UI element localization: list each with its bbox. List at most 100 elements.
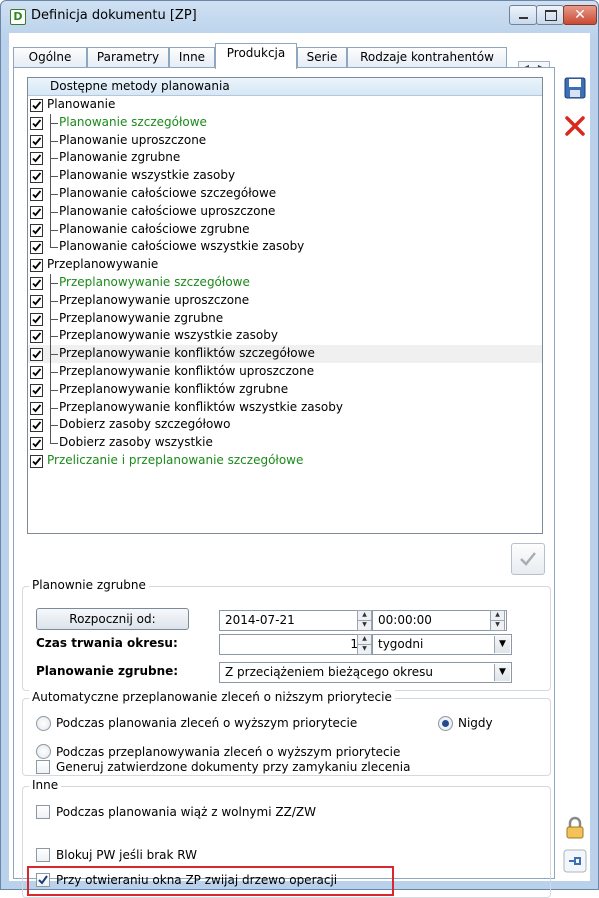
- generate-confirmed-checkbox[interactable]: [36, 760, 50, 774]
- tree-header: Dostępne metody planowania: [28, 78, 542, 96]
- tree-row[interactable]: Dobierz zasoby wszystkie: [28, 434, 542, 452]
- tree-row-checkbox[interactable]: [30, 437, 43, 451]
- tab-rodzaje-kontrahentow[interactable]: Rodzaje kontrahentów: [347, 47, 507, 68]
- start-date-spinner[interactable]: ▲ ▼: [357, 610, 372, 631]
- tree-row[interactable]: Przeplanowywanie konfliktów wszystkie za…: [28, 398, 542, 417]
- tree-connector-line: [50, 193, 58, 195]
- tree-row-label: Planowanie: [47, 97, 116, 111]
- tree-row-checkbox[interactable]: [30, 348, 43, 362]
- tree-row-checkbox[interactable]: [30, 152, 43, 166]
- collapse-tree-checkbox[interactable]: [36, 873, 50, 887]
- maximize-button[interactable]: [536, 5, 564, 25]
- chevron-down-icon[interactable]: ▼: [494, 636, 510, 653]
- duration-spinner[interactable]: ▲ ▼: [357, 634, 372, 655]
- tree-row[interactable]: Planowanie całościowe uproszczone: [28, 202, 542, 221]
- tree-row-checkbox[interactable]: [30, 170, 43, 184]
- close-window-button[interactable]: ✕: [563, 5, 597, 25]
- block-pw-checkbox[interactable]: [36, 848, 50, 862]
- checkmark-icon: [32, 190, 42, 199]
- tab-parametry[interactable]: Parametry: [87, 47, 169, 68]
- tree-row[interactable]: Planowanie wszystkie zasoby: [28, 167, 542, 185]
- tree-row-checkbox[interactable]: [30, 134, 43, 148]
- tree-row[interactable]: Planowanie zgrubne: [28, 149, 542, 168]
- tree-row-checkbox[interactable]: [30, 99, 43, 112]
- tree-row[interactable]: Planowanie szczegółowe: [28, 113, 542, 132]
- minimize-button[interactable]: [509, 5, 537, 25]
- group-inne-label: Inne: [29, 778, 62, 792]
- save-button[interactable]: [562, 75, 588, 101]
- tab-serie[interactable]: Serie: [297, 47, 347, 68]
- tree-connector-line: [50, 443, 58, 445]
- tree-row-checkbox[interactable]: [30, 401, 43, 415]
- tree-row-checkbox[interactable]: [30, 330, 43, 344]
- checkmark-icon: [32, 314, 42, 323]
- tree-row-checkbox[interactable]: [30, 259, 43, 273]
- planning-methods-tree[interactable]: Dostępne metody planowania Planowanie Pla…: [27, 77, 543, 534]
- radio-never[interactable]: [438, 716, 453, 731]
- tree-row[interactable]: Planowanie całościowe zgrubne: [28, 220, 542, 239]
- tree-row-label: Planowanie całościowe uproszczone: [59, 203, 276, 218]
- duration-unit-select[interactable]: tygodni ▼: [372, 634, 512, 655]
- checkmark-icon: [32, 457, 42, 466]
- tree-row[interactable]: Planowanie całościowe szczegółowe: [28, 184, 542, 203]
- tree-connector-line: [50, 122, 58, 124]
- tree-row[interactable]: Przeplanowywanie konfliktów zgrubne: [28, 380, 542, 399]
- checkmark-icon: [32, 297, 42, 306]
- start-from-button[interactable]: Rozpocznij od:: [36, 608, 189, 630]
- tab-produkcja[interactable]: Produkcja: [215, 43, 297, 69]
- tree-row[interactable]: Przeplanowywanie konfliktów szczegółowe: [28, 345, 542, 363]
- maximize-icon: [545, 10, 557, 21]
- duration-field[interactable]: 1: [219, 634, 375, 655]
- tree-row-checkbox[interactable]: [30, 205, 43, 219]
- tree-row-label: Przeplanowywanie: [47, 257, 159, 272]
- tab-ogolne[interactable]: Ogólne: [13, 47, 87, 68]
- start-time-field[interactable]: 00:00:00: [372, 610, 507, 631]
- tree-row-checkbox[interactable]: [30, 294, 43, 308]
- tree-row[interactable]: Planowanie: [28, 96, 542, 114]
- tree-row[interactable]: Planowanie całościowe wszystkie zasoby: [28, 238, 542, 256]
- tab-inne[interactable]: Inne: [169, 47, 215, 68]
- tree-row[interactable]: Przeliczanie i przeplanowanie szczegółow…: [28, 452, 542, 470]
- title-bar[interactable]: D Definicja dokumentu [ZP] ✕: [1, 1, 598, 33]
- tree-row-checkbox[interactable]: [30, 116, 43, 130]
- bind-zz-label: Podczas planowania wiąż z wolnymi ZZ/ZW: [56, 805, 316, 819]
- duration-unit-value: tygodni: [378, 637, 424, 651]
- tree-row-checkbox[interactable]: [30, 187, 43, 201]
- generate-confirmed-label: Generuj zatwierdzone dokumenty przy zamy…: [56, 760, 411, 774]
- tree-row-checkbox[interactable]: [30, 312, 43, 326]
- pin-button[interactable]: [562, 848, 588, 874]
- tree-row[interactable]: Przeplanowywanie: [28, 256, 542, 274]
- radio-replanning-higher[interactable]: [36, 744, 51, 759]
- checkmark-icon: [32, 172, 42, 181]
- tree-row-checkbox[interactable]: [30, 383, 43, 397]
- tree-row-checkbox[interactable]: [30, 241, 43, 255]
- checkmark-icon: [32, 332, 42, 341]
- tree-row-checkbox[interactable]: [30, 276, 43, 290]
- tree-row[interactable]: Dobierz zasoby szczegółowo: [28, 416, 542, 435]
- radio-planning-higher[interactable]: [36, 716, 51, 731]
- start-date-field[interactable]: 2014-07-21: [219, 610, 376, 631]
- tree-row-checkbox[interactable]: [30, 365, 43, 379]
- tree-row[interactable]: Przeplanowywanie konfliktów uproszczone: [28, 362, 542, 381]
- tree-row-checkbox[interactable]: [30, 419, 43, 433]
- tree-row-checkbox[interactable]: [30, 454, 43, 468]
- mode-select[interactable]: Z przeciążeniem bieżącego okresu ▼: [219, 662, 512, 683]
- tree-connector-line: [50, 371, 58, 373]
- tree-row-label: Planowanie uproszczone: [59, 132, 207, 147]
- start-time-spinner[interactable]: ▲ ▼: [490, 610, 505, 631]
- lock-button[interactable]: [562, 815, 588, 841]
- chevron-down-icon[interactable]: ▼: [494, 664, 510, 681]
- checkmark-icon: [32, 137, 42, 145]
- tree-row[interactable]: Planowanie uproszczone: [28, 131, 542, 150]
- tree-row[interactable]: Przeplanowywanie uproszczone: [28, 291, 542, 310]
- bind-zz-checkbox[interactable]: [36, 805, 50, 819]
- tree-row[interactable]: Przeplanowywanie wszystkie zasoby: [28, 327, 542, 346]
- cancel-button[interactable]: [562, 113, 588, 139]
- tree-row[interactable]: Przeplanowywanie zgrubne: [28, 309, 542, 328]
- radio-replanning-higher-label: Podczas przeplanowywania zleceń o wyższy…: [56, 745, 401, 759]
- mode-value: Z przeciążeniem bieżącego okresu: [225, 665, 434, 679]
- tree-row-checkbox[interactable]: [30, 223, 43, 237]
- tree-row[interactable]: Przeplanowywanie szczegółowe: [28, 273, 542, 292]
- apply-button[interactable]: [511, 543, 545, 575]
- checkmark-icon: [32, 101, 42, 110]
